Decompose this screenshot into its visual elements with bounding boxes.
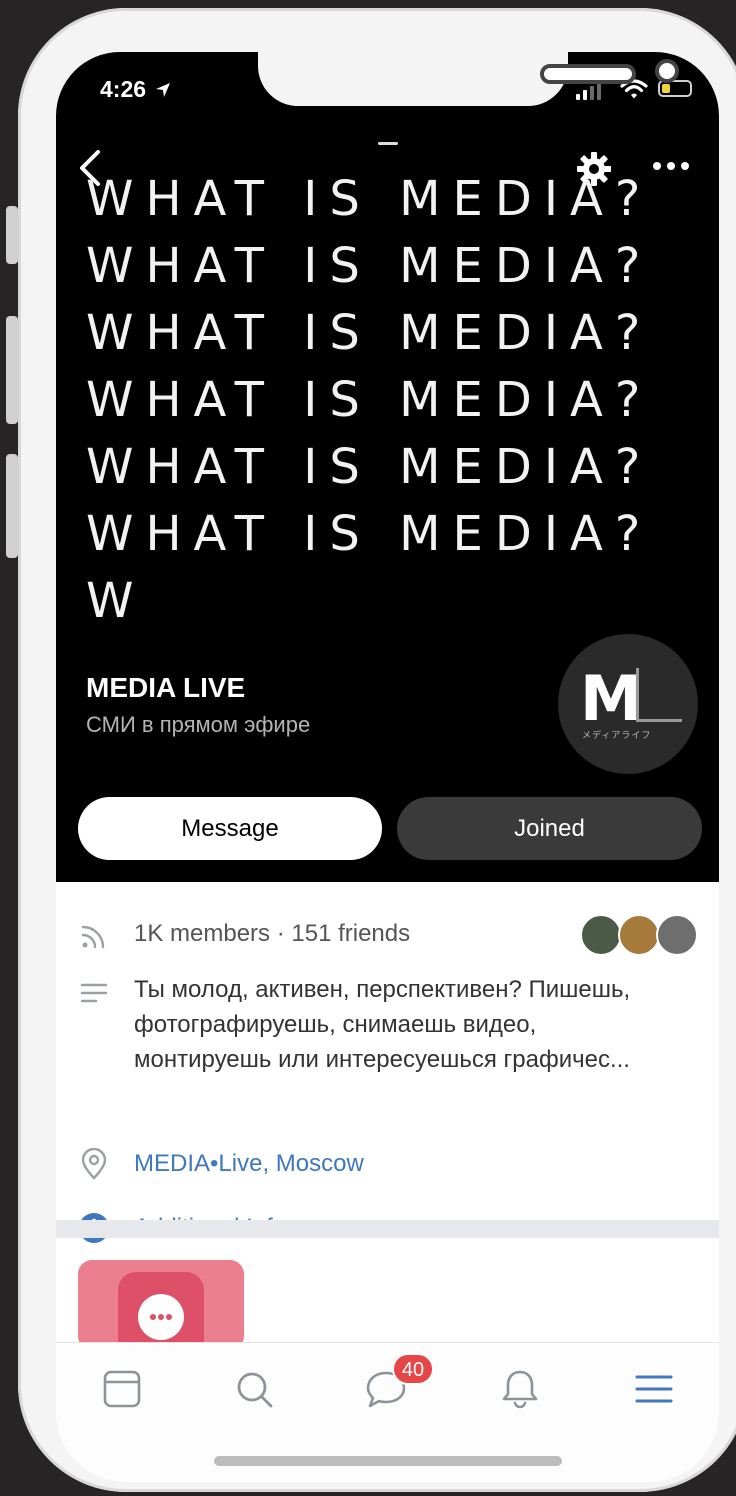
location-pin-icon: [81, 1148, 107, 1180]
camera-icon: [655, 59, 679, 83]
description-line: монтируешь или интересуешься графичес...: [134, 1046, 630, 1073]
more-dots-icon[interactable]: [651, 160, 691, 172]
notch: [258, 52, 679, 106]
cover-line: WHAT IS MEDIA?: [86, 171, 653, 227]
card-icon-tile: [118, 1272, 204, 1350]
avatar-l-mark: [636, 668, 682, 722]
community-cover: WHAT IS MEDIA? WHAT IS MEDIA? WHAT IS MEDI…: [56, 52, 719, 882]
location-link[interactable]: MEDIA•Live, Moscow: [134, 1146, 364, 1181]
bell-icon[interactable]: [498, 1367, 542, 1411]
status-time: 4:26: [100, 76, 172, 103]
cover-text: WHAT IS MEDIA? WHAT IS MEDIA? WHAT IS MEDI…: [86, 166, 652, 635]
joined-button[interactable]: Joined: [397, 797, 702, 860]
search-icon[interactable]: [232, 1367, 276, 1411]
feed-icon[interactable]: [100, 1367, 144, 1411]
cover-line: WHAT IS MEDIA?: [86, 305, 653, 361]
silent-switch: [6, 206, 18, 264]
signal-icon: [583, 90, 587, 100]
screen: WHAT IS MEDIA? WHAT IS MEDIA? WHAT IS MEDI…: [56, 52, 719, 1482]
avatar-caption: メディアライフ: [582, 730, 652, 740]
home-indicator[interactable]: [214, 1456, 562, 1466]
location-arrow-icon: [156, 83, 171, 97]
signal-icon: [576, 94, 580, 100]
cover-drag-indicator: [378, 142, 398, 145]
messages-card[interactable]: [78, 1260, 244, 1350]
signal-icon: [597, 82, 601, 100]
rss-icon: [81, 925, 105, 949]
section-divider: [56, 1220, 719, 1238]
group-status: СМИ в прямом эфире: [86, 712, 311, 737]
location-row[interactable]: MEDIA•Live, Moscow: [56, 1146, 719, 1186]
friends-avatars[interactable]: [580, 914, 700, 958]
avatar: [580, 914, 622, 956]
back-chevron-icon[interactable]: [76, 148, 104, 188]
group-name: MEDIA LIVE: [86, 672, 246, 703]
gear-icon[interactable]: [575, 150, 613, 188]
time-text: 4:26: [100, 76, 147, 102]
description-line: Ты молод, активен, перспективен? Пишешь,: [134, 976, 631, 1003]
avatar: [656, 914, 698, 956]
signal-icon: [590, 86, 594, 100]
avatar-letter: M: [580, 662, 642, 735]
description-line: фотографируешь, снимаешь видео,: [134, 1011, 537, 1038]
avatar: [618, 914, 660, 956]
cover-line: WHAT IS MEDIA?: [86, 439, 653, 495]
description-text: Ты молод, активен, перспективен? Пишешь,…: [134, 972, 630, 1077]
cover-line: WHAT IS MEDIA?: [86, 506, 653, 562]
cover-line: W: [86, 573, 146, 629]
messages-badge: 40: [392, 1353, 434, 1385]
volume-up-button: [6, 316, 18, 424]
menu-icon[interactable]: [632, 1367, 676, 1411]
message-button[interactable]: Message: [78, 797, 382, 860]
group-avatar[interactable]: M メディアライフ: [558, 634, 698, 774]
text-lines-icon: [80, 983, 108, 1003]
volume-down-button: [6, 454, 18, 558]
speaker-icon: [540, 64, 636, 84]
description-row[interactable]: Ты молод, активен, перспективен? Пишешь,…: [56, 970, 719, 1080]
members-text: 1K members · 151 friends: [134, 920, 411, 947]
members-row[interactable]: 1K members · 151 friends: [56, 914, 719, 958]
cover-line: WHAT IS MEDIA?: [86, 238, 653, 294]
cover-line: WHAT IS MEDIA?: [86, 372, 653, 428]
chat-bubble-icon: [138, 1294, 184, 1340]
